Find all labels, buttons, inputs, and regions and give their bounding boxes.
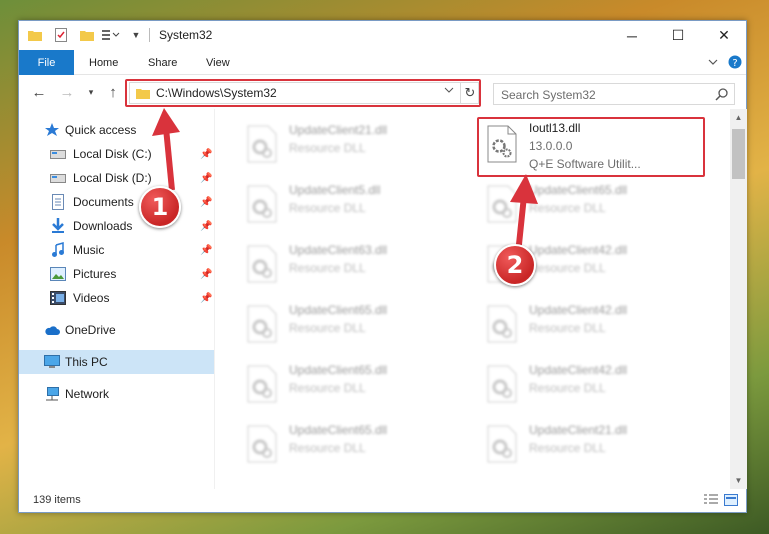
step-1-badge: 1 (139, 186, 181, 228)
annotation-arrows (152, 108, 538, 255)
step-2-badge: 2 (494, 244, 536, 286)
